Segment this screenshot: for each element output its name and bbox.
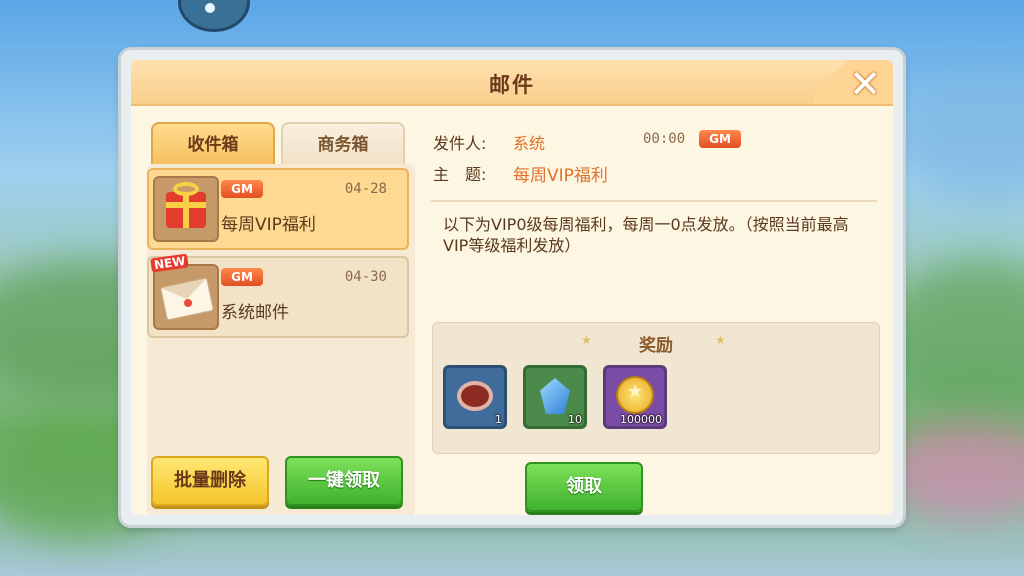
- mail-window: 邮件 ✕ 收件箱 商务箱 GM 04-28 每周VIP福利 NEW GM 04-…: [121, 50, 903, 525]
- reward-count: 1: [495, 413, 502, 426]
- divider: [431, 200, 877, 202]
- claim-button[interactable]: 领取: [525, 462, 643, 512]
- reward-panel: ★ 奖励 ★ 1 10 100000: [432, 322, 880, 454]
- mail-time: 00:00: [643, 131, 686, 147]
- mail-subject: 每周VIP福利: [221, 215, 316, 235]
- coin-icon: [616, 376, 654, 414]
- reward-item[interactable]: 100000: [603, 365, 667, 429]
- tab-inbox[interactable]: 收件箱: [151, 122, 275, 166]
- gm-badge: GM: [699, 130, 741, 148]
- mail-date: 04-30: [344, 269, 387, 285]
- subject-value: 每周VIP福利: [513, 166, 608, 186]
- player-avatar[interactable]: [178, 0, 250, 32]
- reward-count: 10: [568, 413, 582, 426]
- envelope-icon: [153, 264, 219, 330]
- star-icon: ★: [715, 333, 726, 347]
- mail-body: 以下为VIP0级每周福利，每周一0点发放。（按照当前最高VIP等级福利发放）: [443, 215, 849, 255]
- batch-delete-button[interactable]: 批量删除: [151, 456, 269, 506]
- mail-window-inner: 邮件 ✕ 收件箱 商务箱 GM 04-28 每周VIP福利 NEW GM 04-…: [131, 60, 893, 515]
- mail-list-item[interactable]: NEW GM 04-30 系统邮件: [147, 253, 409, 338]
- reward-title: 奖励: [639, 336, 673, 356]
- reward-item[interactable]: 1: [443, 365, 507, 429]
- tab-business[interactable]: 商务箱: [281, 122, 405, 166]
- reward-count: 100000: [620, 413, 662, 426]
- gm-badge: GM: [221, 268, 263, 286]
- window-title: 邮件: [489, 73, 535, 97]
- sender-label: 发件人:: [433, 134, 487, 153]
- sender-value: 系统: [513, 134, 546, 153]
- mail-list: GM 04-28 每周VIP福利 NEW GM 04-30 系统邮件 批量删除 …: [147, 164, 415, 515]
- gm-badge: GM: [221, 180, 263, 198]
- donut-icon: [457, 381, 493, 411]
- gem-icon: [540, 378, 570, 414]
- mail-subject: 系统邮件: [221, 303, 289, 323]
- claim-all-button[interactable]: 一键领取: [285, 456, 403, 506]
- close-icon: ✕: [849, 62, 881, 106]
- subject-label: 主 题:: [433, 165, 487, 184]
- mail-list-item[interactable]: GM 04-28 每周VIP福利: [147, 168, 409, 250]
- window-header: 邮件 ✕: [131, 60, 893, 106]
- reward-item[interactable]: 10: [523, 365, 587, 429]
- close-button[interactable]: ✕: [813, 60, 893, 106]
- gift-icon: [153, 176, 219, 242]
- mail-date: 04-28: [344, 181, 387, 197]
